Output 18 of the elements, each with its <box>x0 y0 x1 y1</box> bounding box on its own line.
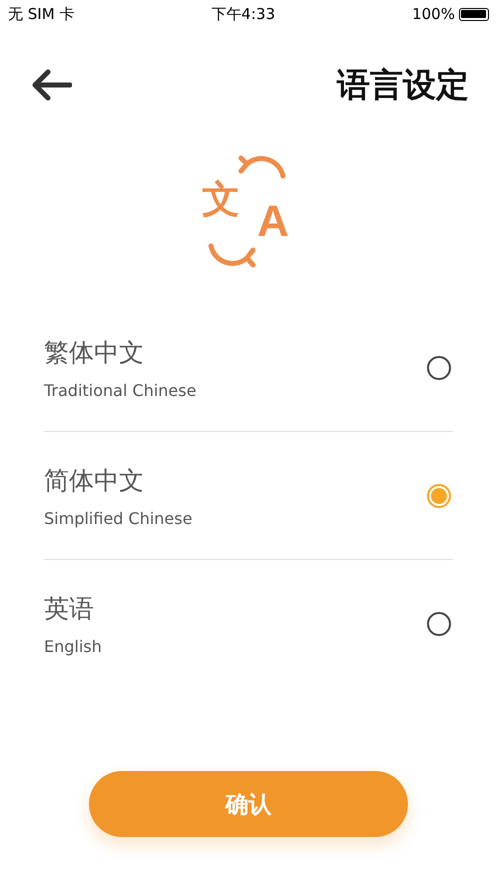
time-text: 下午4:33 <box>211 4 276 24</box>
language-option[interactable]: 简体中文 Simplified Chinese <box>44 432 453 560</box>
language-name: 英语 <box>44 592 95 624</box>
battery-text: 100% <box>412 5 455 23</box>
back-button[interactable] <box>30 68 72 102</box>
language-name: 简体中文 <box>44 464 145 496</box>
language-subtitle: Simplified Chinese <box>44 508 192 528</box>
radio-button[interactable] <box>427 484 451 508</box>
language-name: 繁体中文 <box>44 336 145 368</box>
page-title: 语言设定 <box>337 64 469 106</box>
language-subtitle: English <box>44 636 102 656</box>
language-option[interactable]: 繁体中文 Traditional Chinese <box>44 304 453 432</box>
battery-icon <box>458 8 489 20</box>
radio-button[interactable] <box>427 356 451 380</box>
carrier-text: 无 SIM 卡 <box>8 4 74 24</box>
radio-button[interactable] <box>427 612 451 636</box>
language-subtitle: Traditional Chinese <box>44 380 196 400</box>
language-option[interactable]: 英语 English <box>44 560 453 687</box>
